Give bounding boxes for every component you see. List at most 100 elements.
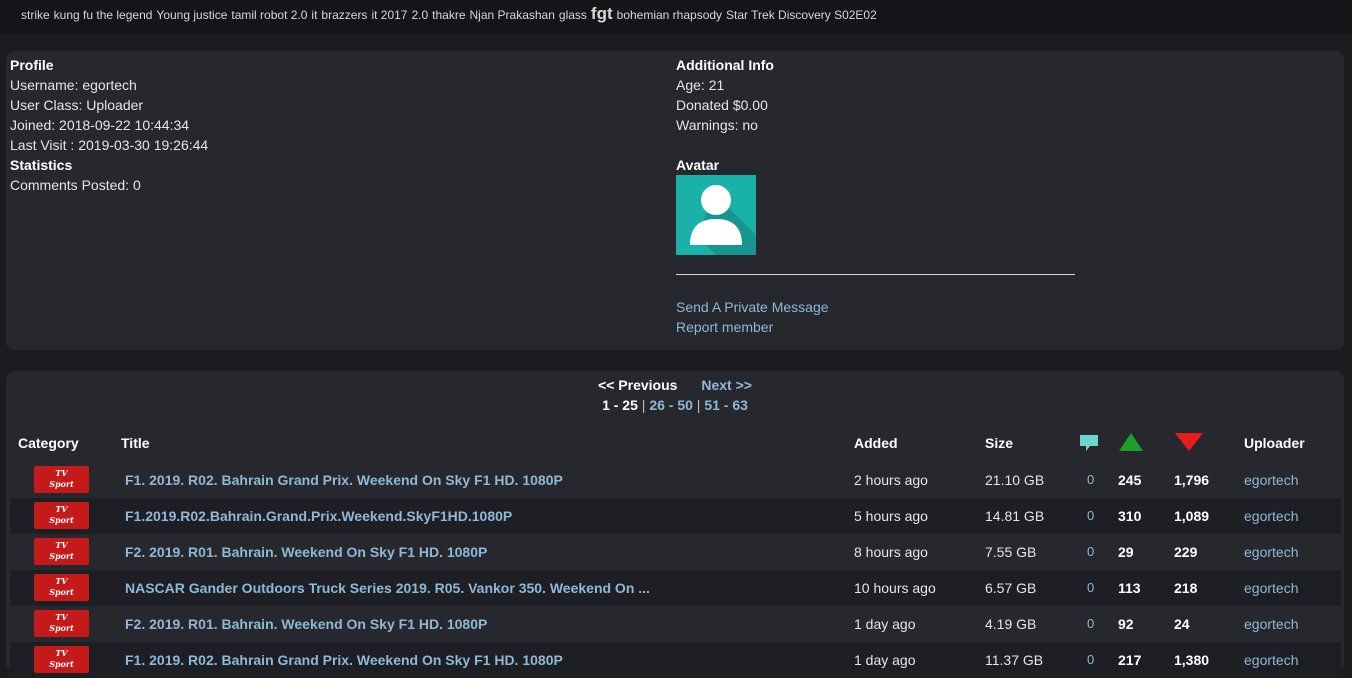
seeders-count: 245 (1118, 472, 1142, 488)
size-value: 21.10 GB (985, 472, 1045, 488)
tag-link[interactable]: tamil robot 2.0 (231, 8, 307, 22)
seeders-count: 113 (1118, 580, 1141, 596)
category-tv-sport-badge[interactable]: TV Sport (34, 538, 89, 565)
profile-panel: Profile Username: egortech User Class: U… (6, 51, 1344, 350)
comments-count[interactable]: 0 (1087, 508, 1094, 523)
added-time: 5 hours ago (854, 508, 928, 524)
title-header[interactable]: Title (121, 435, 150, 451)
tag-link[interactable]: fgt (591, 4, 613, 23)
category-header[interactable]: Category (18, 435, 79, 451)
comments-icon[interactable] (1078, 432, 1100, 457)
category-tv-sport-badge[interactable]: TV Sport (34, 610, 89, 637)
category-tv-sport-badge[interactable]: TV Sport (34, 502, 89, 529)
additional-info-heading: Additional Info (676, 57, 774, 73)
uploader-link[interactable]: egortech (1244, 472, 1298, 488)
torrent-title-link[interactable]: F2. 2019. R01. Bahrain. Weekend On Sky F… (125, 544, 487, 560)
tag-cloud-bar: strike kung fu the legend Young justice tam… (0, 0, 1352, 34)
torrent-title-link[interactable]: NASCAR Gander Outdoors Truck Series 2019… (125, 580, 650, 596)
size-header[interactable]: Size (985, 435, 1013, 451)
uploader-link[interactable]: egortech (1244, 580, 1298, 596)
tag-link[interactable]: it (311, 8, 317, 22)
user-class-text: User Class: Uploader (10, 97, 144, 113)
size-value: 6.57 GB (985, 580, 1037, 596)
leechers-count: 24 (1174, 616, 1190, 632)
age-text: Age: 21 (676, 77, 725, 93)
seeders-arrow-up-icon[interactable] (1118, 431, 1144, 456)
leechers-count: 218 (1174, 580, 1198, 596)
category-badge-line: TV (55, 612, 68, 622)
leechers-count: 229 (1174, 544, 1198, 560)
username-text: Username: egortech (10, 77, 137, 93)
leechers-count: 1,089 (1174, 508, 1210, 524)
table-row: TV Sport NASCAR Gander Outdoors Truck Seri… (10, 570, 1341, 606)
added-time: 2 hours ago (854, 472, 928, 488)
page-link-26-50[interactable]: 26 - 50 (649, 397, 693, 413)
uploader-link[interactable]: egortech (1244, 508, 1298, 524)
added-time: 1 day ago (854, 616, 916, 632)
comments-count[interactable]: 0 (1087, 652, 1094, 667)
tag-link[interactable]: 2.0 (411, 8, 428, 22)
comments-posted-text: Comments Posted: 0 (10, 177, 141, 193)
added-time: 10 hours ago (854, 580, 936, 596)
last-visit-text: Last Visit : 2019-03-30 19:26:44 (10, 137, 209, 153)
category-badge-line: TV (55, 648, 68, 658)
comments-count[interactable]: 0 (1087, 616, 1094, 631)
uploader-link[interactable]: egortech (1244, 544, 1298, 560)
leechers-count: 1,796 (1174, 472, 1210, 488)
category-badge-line: Sport (49, 551, 74, 561)
size-value: 7.55 GB (985, 544, 1037, 560)
torrent-title-link[interactable]: F1.2019.R02.Bahrain.Grand.Prix.Weekend.S… (125, 508, 512, 524)
table-row: TV Sport F1.2019.R02.Bahrain.Grand.Prix.We… (10, 498, 1341, 534)
added-time: 8 hours ago (854, 544, 928, 560)
page-separator: | (641, 397, 646, 413)
tag-link[interactable]: kung fu the legend (54, 8, 153, 22)
tag-link[interactable]: it 2017 (371, 8, 407, 22)
tag-link[interactable]: thakre (432, 8, 465, 22)
table-row: TV Sport F1. 2019. R02. Bahrain Grand Prix… (10, 462, 1341, 498)
send-private-message-link[interactable]: Send A Private Message (676, 299, 829, 315)
category-badge-line: Sport (49, 587, 74, 597)
seeders-count: 29 (1118, 544, 1134, 560)
table-row: TV Sport F2. 2019. R01. Bahrain. Weekend O… (10, 534, 1341, 570)
category-tv-sport-badge[interactable]: TV Sport (34, 646, 89, 673)
seeders-count: 92 (1118, 616, 1134, 632)
category-badge-line: Sport (49, 515, 74, 525)
current-page-range: 1 - 25 (602, 397, 638, 413)
next-page-link[interactable]: Next >> (701, 377, 752, 393)
category-badge-line: TV (55, 468, 68, 478)
tag-link[interactable]: glass (559, 8, 587, 22)
category-tv-sport-badge[interactable]: TV Sport (34, 466, 89, 493)
tag-link[interactable]: Young justice (156, 8, 227, 22)
table-row: TV Sport F1. 2019. R02. Bahrain Grand Prix… (10, 642, 1341, 678)
tag-link[interactable]: bohemian rhapsody (617, 8, 722, 22)
report-member-link[interactable]: Report member (676, 319, 773, 335)
comments-count[interactable]: 0 (1087, 544, 1094, 559)
tag-link[interactable]: brazzers (321, 8, 367, 22)
added-header[interactable]: Added (854, 435, 898, 451)
table-row: TV Sport F2. 2019. R01. Bahrain. Weekend O… (10, 606, 1341, 642)
comments-count[interactable]: 0 (1087, 472, 1094, 487)
avatar (676, 175, 756, 255)
uploader-link[interactable]: egortech (1244, 652, 1298, 668)
uploader-header[interactable]: Uploader (1244, 435, 1305, 451)
previous-page-link[interactable]: << Previous (598, 377, 677, 393)
comments-count[interactable]: 0 (1087, 580, 1094, 595)
tag-link[interactable]: Star Trek Discovery S02E02 (726, 8, 877, 22)
table-header: Category Title Added Size Uploader (6, 429, 1344, 457)
profile-heading: Profile (10, 57, 54, 73)
category-badge-line: Sport (49, 623, 74, 633)
torrent-title-link[interactable]: F1. 2019. R02. Bahrain Grand Prix. Weeke… (125, 472, 563, 488)
leechers-arrow-down-icon[interactable] (1174, 431, 1204, 456)
tag-link[interactable]: strike (21, 8, 50, 22)
category-badge-line: TV (55, 576, 68, 586)
tag-link[interactable]: Njan Prakashan (470, 8, 555, 22)
size-value: 11.37 GB (985, 652, 1044, 668)
uploader-link[interactable]: egortech (1244, 616, 1298, 632)
leechers-count: 1,380 (1174, 652, 1210, 668)
torrent-title-link[interactable]: F1. 2019. R02. Bahrain Grand Prix. Weeke… (125, 652, 563, 668)
category-tv-sport-badge[interactable]: TV Sport (34, 574, 89, 601)
torrent-title-link[interactable]: F2. 2019. R01. Bahrain. Weekend On Sky F… (125, 616, 487, 632)
page-link-51-63[interactable]: 51 - 63 (704, 397, 748, 413)
added-time: 1 day ago (854, 652, 916, 668)
donated-text: Donated $0.00 (676, 97, 768, 113)
